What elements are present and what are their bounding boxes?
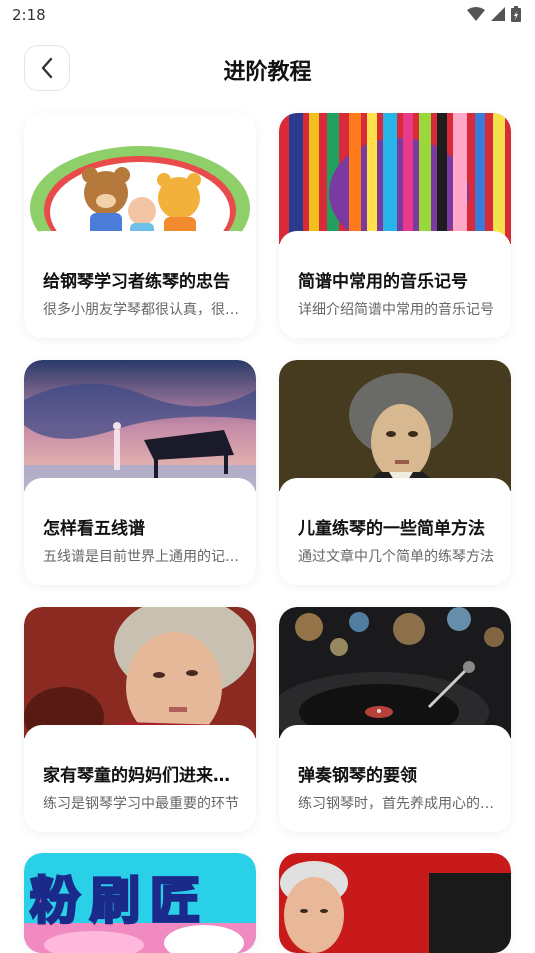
card-description: 练习是钢琴学习中最重要的环节 xyxy=(43,796,239,812)
card-thumbnail-pianist xyxy=(279,853,511,953)
card-title: 简谱中常用的音乐记号 xyxy=(298,272,468,292)
card-thumbnail-colorful-stripes xyxy=(279,113,511,244)
card-description: 详细介绍简谱中常用的音乐记号 xyxy=(298,302,494,318)
card-title: 儿童练琴的一些简单方法 xyxy=(298,519,485,539)
card-body: 简谱中常用的音乐记号 详细介绍简谱中常用的音乐记号 xyxy=(279,231,511,338)
wifi-icon xyxy=(467,7,485,21)
tutorial-card[interactable]: 家有琴童的妈妈们进来看看 练习是钢琴学习中最重要的环节 xyxy=(24,607,256,832)
tutorial-card[interactable]: 弹奏钢琴的要领 练习钢琴时，首先养成用心的习惯 xyxy=(279,607,511,832)
card-body: 怎样看五线谱 五线谱是目前世界上通用的记谱法 xyxy=(24,478,256,585)
card-thumbnail-bears xyxy=(24,113,256,244)
tutorial-card[interactable]: 怎样看五线谱 五线谱是目前世界上通用的记谱法 xyxy=(24,360,256,585)
tutorial-card[interactable] xyxy=(279,853,511,953)
card-description: 练习钢琴时，首先养成用心的习惯 xyxy=(298,796,498,812)
card-description: 通过文章中几个简单的练琴方法 xyxy=(298,549,494,565)
status-time: 2:18 xyxy=(12,6,46,24)
card-title: 怎样看五线谱 xyxy=(43,519,145,539)
card-thumbnail-piano-sky xyxy=(24,360,256,491)
tutorial-card[interactable]: 简谱中常用的音乐记号 详细介绍简谱中常用的音乐记号 xyxy=(279,113,511,338)
card-title: 给钢琴学习者练琴的忠告 xyxy=(43,272,230,292)
battery-icon xyxy=(511,6,521,22)
card-body: 弹奏钢琴的要领 练习钢琴时，首先养成用心的习惯 xyxy=(279,725,511,832)
card-title: 弹奏钢琴的要领 xyxy=(298,766,417,786)
card-body: 给钢琴学习者练琴的忠告 很多小朋友学琴都很认真，很多家长 xyxy=(24,231,256,338)
card-body: 儿童练琴的一些简单方法 通过文章中几个简单的练琴方法 xyxy=(279,478,511,585)
card-thumbnail-mozart xyxy=(24,607,256,738)
status-bar: 2:18 xyxy=(0,0,535,32)
tutorial-card[interactable]: 粉刷匠 xyxy=(24,853,256,953)
card-title: 家有琴童的妈妈们进来看看 xyxy=(43,766,243,786)
signal-icon xyxy=(491,7,505,21)
tutorial-card[interactable]: 给钢琴学习者练琴的忠告 很多小朋友学琴都很认真，很多家长 xyxy=(24,113,256,338)
tutorial-card[interactable]: 儿童练琴的一些简单方法 通过文章中几个简单的练琴方法 xyxy=(279,360,511,585)
card-thumbnail-record-player xyxy=(279,607,511,738)
card-description: 很多小朋友学琴都很认真，很多家长 xyxy=(43,302,243,318)
card-thumbnail-painter-song: 粉刷匠 xyxy=(24,853,256,953)
card-banner-text: 粉刷匠 xyxy=(29,871,210,932)
status-icons xyxy=(467,6,521,22)
card-body: 家有琴童的妈妈们进来看看 练习是钢琴学习中最重要的环节 xyxy=(24,725,256,832)
card-thumbnail-beethoven xyxy=(279,360,511,491)
page-header: 进阶教程 xyxy=(0,40,535,100)
page-title: 进阶教程 xyxy=(223,60,312,85)
card-description: 五线谱是目前世界上通用的记谱法 xyxy=(43,549,243,565)
